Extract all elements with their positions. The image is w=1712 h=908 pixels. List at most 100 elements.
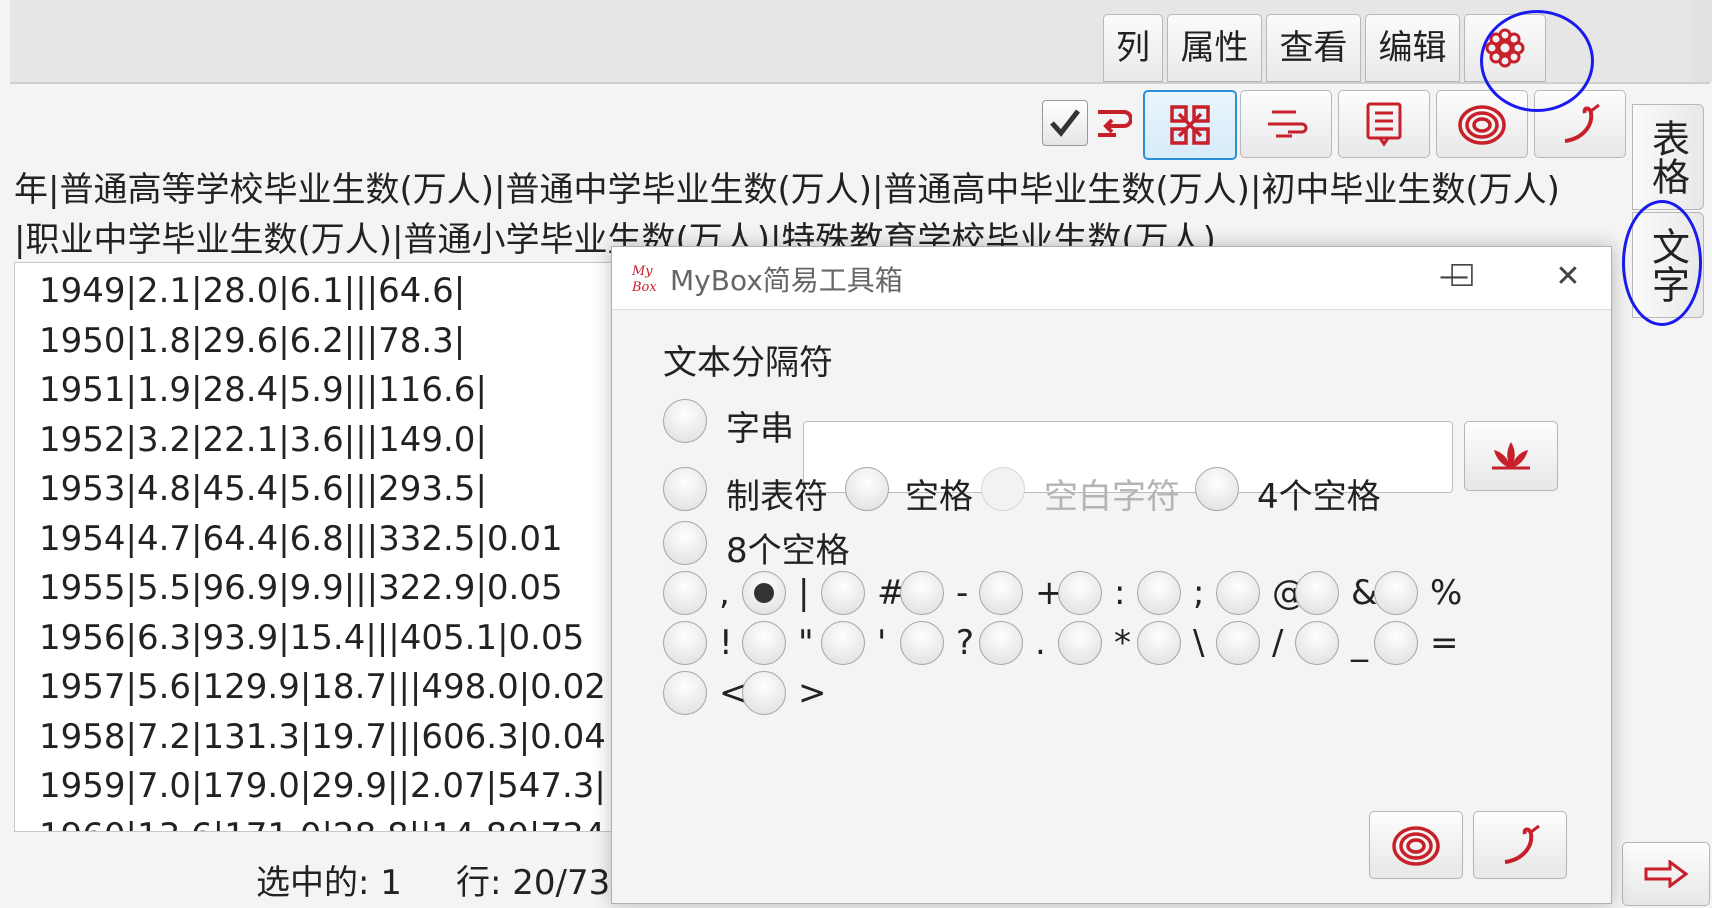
symbol-label: !: [719, 623, 733, 663]
radio-symbol[interactable]: [663, 571, 707, 615]
symbol-label: ,: [719, 573, 730, 613]
text-row: 1958|7.2|131.3|19.7|||606.3|0.04: [39, 717, 606, 757]
symbol-label: =: [1430, 623, 1459, 663]
dialog-spiral-button[interactable]: [1369, 811, 1463, 879]
swirl-icon: [1504, 824, 1540, 864]
delimiter-icon: [1268, 110, 1308, 138]
radio-symbol[interactable]: [1137, 571, 1181, 615]
radio-symbol[interactable]: [821, 621, 865, 665]
text-row: 1953|4.8|45.4|5.6|||293.5|: [39, 469, 487, 509]
spiral-button[interactable]: [1436, 90, 1528, 158]
svg-text:Box: Box: [631, 280, 657, 295]
radio-whitespace: [981, 467, 1025, 511]
pattern-button[interactable]: [1143, 90, 1237, 160]
text-row: 1950|1.8|29.6|6.2|||78.3|: [39, 321, 466, 361]
tab-columns[interactable]: 列: [1103, 14, 1163, 82]
arrow-right-icon: [1644, 860, 1688, 888]
radio-symbol[interactable]: [1295, 571, 1339, 615]
radio-symbol[interactable]: [1374, 621, 1418, 665]
text-row: 1952|3.2|22.1|3.6|||149.0|: [39, 420, 487, 460]
radio-symbol[interactable]: [1216, 571, 1260, 615]
option-8-spaces-label: 8个空格: [726, 531, 850, 571]
text-row: 1951|1.9|28.4|5.9|||116.6|: [39, 370, 487, 410]
dialog-titlebar: My Box MyBox简易工具箱 — ☐ ✕: [612, 247, 1611, 310]
symbol-label: ?: [956, 623, 975, 663]
symbol-label: :: [1114, 573, 1126, 613]
radio-symbol[interactable]: [742, 671, 786, 715]
radio-symbol[interactable]: [1295, 621, 1339, 665]
text-row: 1957|5.6|129.9|18.7|||498.0|0.02: [39, 667, 606, 707]
tab-view[interactable]: 查看: [1266, 14, 1361, 82]
dialog-title: MyBox简易工具箱: [670, 264, 903, 297]
radio-symbol[interactable]: [742, 621, 786, 665]
radio-symbol[interactable]: [900, 571, 944, 615]
radio-8-spaces[interactable]: [663, 521, 707, 565]
radio-space[interactable]: [845, 467, 889, 511]
text-row: 1954|4.7|64.4|6.8|||332.5|0.01: [39, 519, 563, 559]
radio-symbol[interactable]: [821, 571, 865, 615]
delimiter-dialog: My Box MyBox简易工具箱 — ☐ ✕ 文本分隔符 字串 制表符 空格 …: [611, 246, 1612, 904]
wrap-checkbox[interactable]: [1042, 100, 1088, 146]
radio-string[interactable]: [663, 399, 707, 443]
radio-4-spaces[interactable]: [1195, 467, 1239, 511]
check-icon: [1050, 109, 1080, 137]
dialog-swirl-button[interactable]: [1473, 811, 1567, 879]
symbol-label: |: [798, 573, 810, 613]
wrap-icon: [1094, 104, 1133, 146]
tab-table[interactable]: 表格: [1632, 104, 1704, 210]
spiral-icon: [1458, 105, 1506, 145]
radio-symbol[interactable]: [663, 621, 707, 665]
text-row: 1955|5.5|96.9|9.9|||322.9|0.05: [39, 568, 563, 608]
flower-icon: [1485, 28, 1525, 68]
radio-symbol[interactable]: [979, 621, 1023, 665]
string-history-button[interactable]: [1464, 421, 1558, 491]
radio-symbol[interactable]: [1216, 621, 1260, 665]
symbol-label: ': [877, 623, 887, 663]
option-whitespace-label: 空白字符: [1044, 477, 1180, 517]
option-space-label: 空格: [905, 477, 973, 517]
radio-symbol[interactable]: [663, 671, 707, 715]
symbol-label: ": [798, 623, 814, 663]
list-button[interactable]: [1338, 90, 1430, 158]
swirl-button[interactable]: [1534, 90, 1626, 158]
tab-text[interactable]: 文字: [1632, 212, 1704, 318]
delimiter-button[interactable]: [1240, 90, 1332, 158]
option-4-spaces-label: 4个空格: [1257, 477, 1381, 517]
tab-attributes[interactable]: 属性: [1167, 14, 1262, 82]
radio-tab[interactable]: [663, 467, 707, 511]
string-label: 字串: [726, 409, 794, 449]
delimiter-section-label: 文本分隔符: [663, 343, 833, 383]
radio-symbol[interactable]: [979, 571, 1023, 615]
symbol-label: *: [1114, 623, 1131, 663]
tab-scroll-button[interactable]: [1692, 0, 1712, 82]
symbol-label: /: [1272, 623, 1284, 663]
symbol-label: >: [798, 673, 827, 713]
radio-symbol[interactable]: [900, 621, 944, 665]
radio-symbol[interactable]: [1058, 571, 1102, 615]
text-row: 1949|2.1|28.0|6.1|||64.6|: [39, 271, 466, 311]
text-row: 1959|7.0|179.0|29.9||2.07|547.3|: [39, 766, 606, 806]
text-row: 1960|13.6|171.0|28.8||14.80|734.0|: [39, 816, 649, 831]
list-icon: [1366, 102, 1402, 147]
app-logo: My Box: [630, 261, 662, 295]
radio-symbol[interactable]: [1137, 621, 1181, 665]
radio-symbol[interactable]: [1058, 621, 1102, 665]
swirl-icon: [1564, 103, 1600, 143]
svg-text:My: My: [631, 264, 653, 279]
close-button[interactable]: ✕: [1544, 255, 1592, 299]
symbol-label: %: [1430, 573, 1463, 613]
next-button[interactable]: [1622, 842, 1710, 906]
symbol-label: _: [1351, 623, 1368, 663]
pattern-icon: [1170, 105, 1210, 145]
text-row: 1956|6.3|93.9|15.4|||405.1|0.05: [39, 618, 585, 658]
header-line-1: 年|普通高等学校毕业生数(万人)|普通中学毕业生数(万人)|普通高中毕业生数(万…: [14, 170, 1560, 210]
option-tab-label: 制表符: [726, 477, 828, 517]
radio-symbol[interactable]: [742, 571, 786, 615]
tab-edit[interactable]: 编辑: [1365, 14, 1460, 82]
radio-symbol[interactable]: [1374, 571, 1418, 615]
symbol-label: -: [956, 573, 969, 613]
tab-menu[interactable]: [1464, 14, 1546, 82]
lotus-icon: [1492, 442, 1530, 470]
maximize-button[interactable]: ☐: [1438, 255, 1486, 299]
selected-count: 选中的: 1: [256, 863, 402, 903]
